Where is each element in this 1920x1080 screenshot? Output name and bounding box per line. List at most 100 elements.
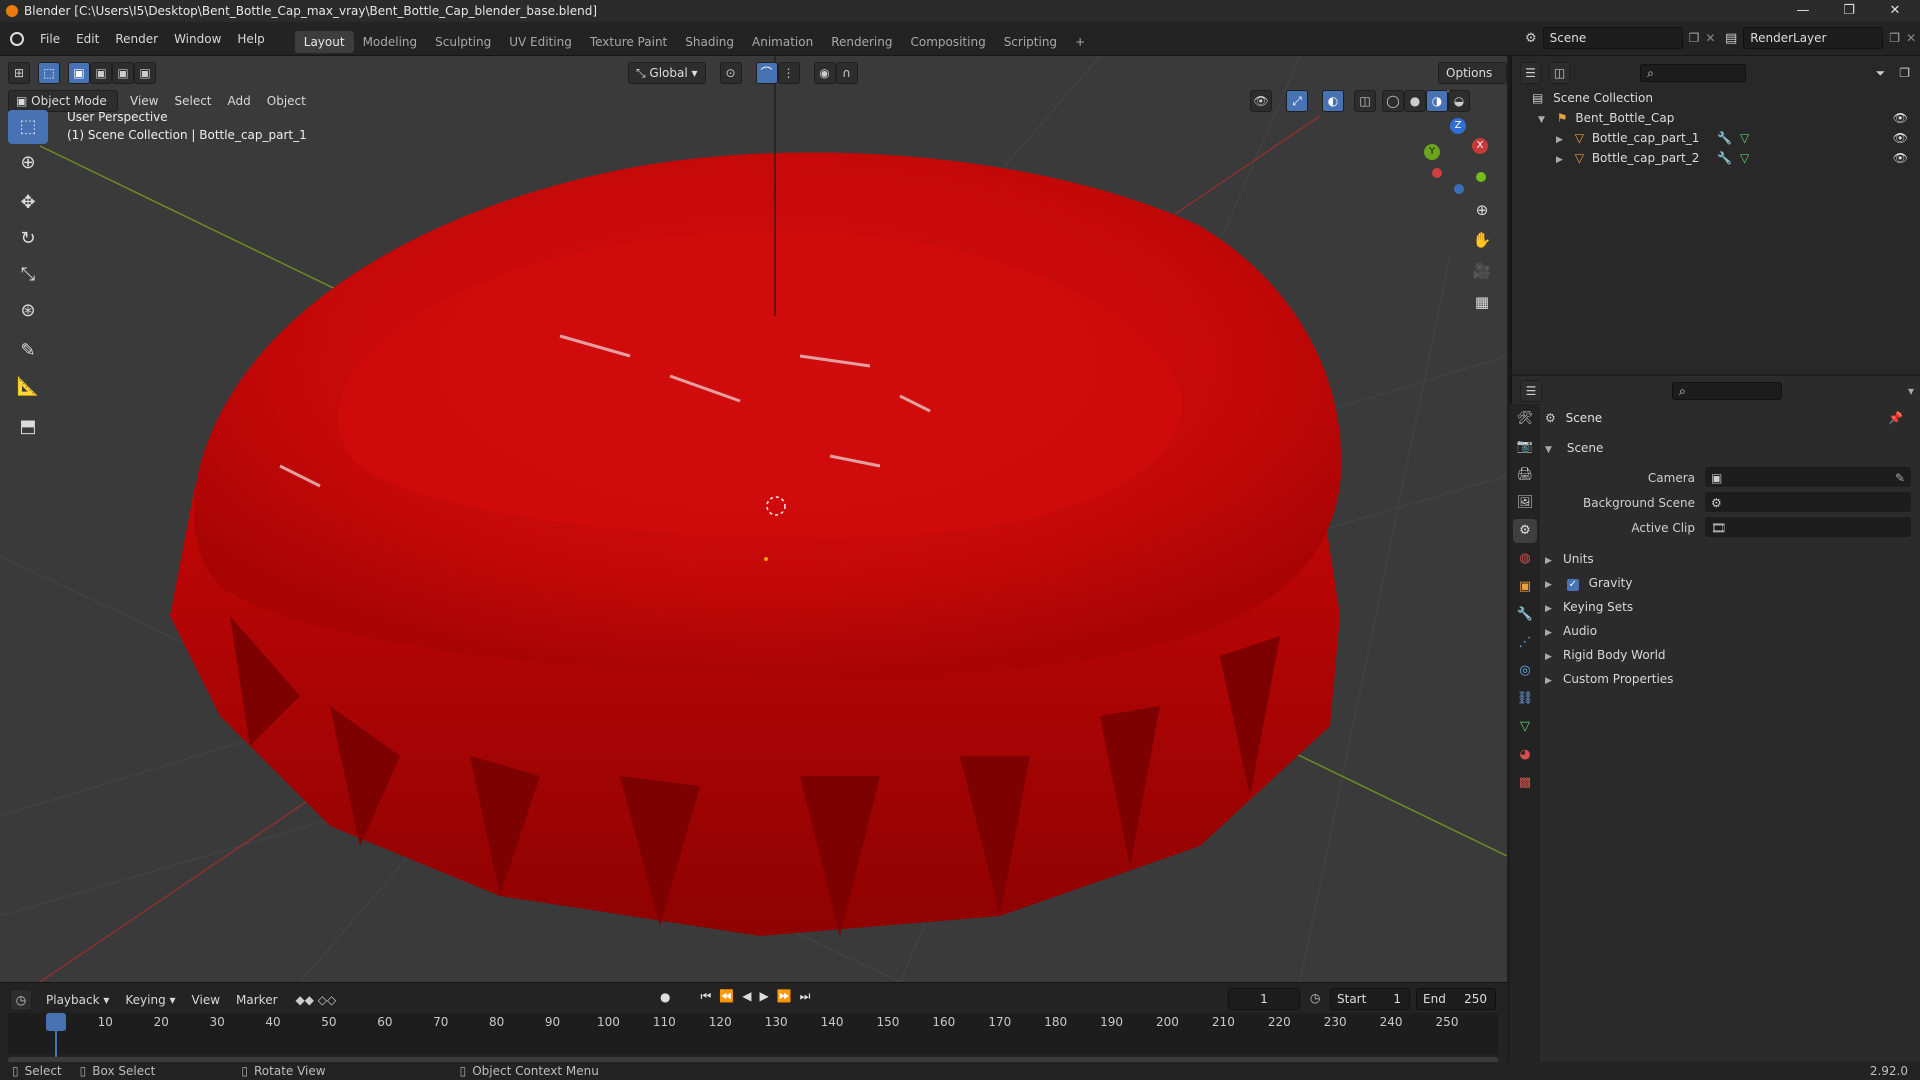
select-subtract-icon[interactable]: ▣: [112, 62, 134, 84]
mode-dropdown[interactable]: ▣ Object Mode ▾: [8, 90, 118, 128]
outliner-row-object[interactable]: ▶ ▽ Bottle_cap_part_1 🔧 ▽ 👁: [1512, 128, 1920, 148]
menu-help[interactable]: Help: [229, 22, 272, 56]
visibility-eye-icon[interactable]: 👁: [1893, 148, 1908, 168]
background-scene-field[interactable]: ⚙: [1705, 492, 1911, 512]
timeline-editor-icon[interactable]: ◷: [10, 989, 32, 1011]
scale-icon[interactable]: ⤡: [8, 258, 48, 292]
object-props-icon[interactable]: ▣: [1513, 575, 1537, 599]
minimize-button[interactable]: —: [1780, 0, 1826, 22]
gizmo-y-axis[interactable]: Y: [1424, 144, 1440, 160]
outliner-row-scene-collection[interactable]: ▤ Scene Collection: [1512, 88, 1920, 108]
pin-icon[interactable]: 📌: [1888, 407, 1903, 429]
gizmo-z-axis[interactable]: Z: [1450, 118, 1466, 134]
display-mode-icon[interactable]: ◫: [1549, 62, 1571, 84]
keying-sets-panel-header[interactable]: ▶ Keying Sets: [1545, 596, 1915, 618]
tab-layout[interactable]: Layout: [294, 30, 354, 53]
menu-edit[interactable]: Edit: [68, 22, 107, 56]
move-icon[interactable]: ✥: [8, 186, 48, 220]
delete-scene-icon[interactable]: ✕: [1705, 31, 1715, 45]
tab-modeling[interactable]: Modeling: [354, 31, 427, 53]
material-props-icon[interactable]: ◕: [1513, 743, 1537, 767]
custom-properties-panel-header[interactable]: ▶ Custom Properties: [1545, 668, 1915, 690]
snap-target-icon[interactable]: ⋮: [777, 62, 800, 84]
options-button[interactable]: Options ▾: [1438, 62, 1507, 100]
gizmo-toggle-icon[interactable]: ⤢: [1286, 90, 1308, 112]
gizmo-neg-z[interactable]: [1454, 184, 1464, 194]
outliner-row-collection[interactable]: ▼ ⚑ Bent_Bottle_Cap 👁: [1512, 108, 1920, 128]
playback-controls-icons[interactable]: ⏮⏪◀▶⏩⏭: [700, 989, 818, 1004]
active-clip-field[interactable]: 🎞: [1705, 517, 1911, 537]
scene-props-icon[interactable]: ⚙: [1513, 519, 1537, 543]
shading-solid-icon[interactable]: ●: [1404, 90, 1426, 112]
gravity-panel-header[interactable]: ▶ ✓ Gravity: [1545, 572, 1915, 594]
shading-material-icon[interactable]: ◑: [1426, 90, 1448, 112]
tab-rendering[interactable]: Rendering: [822, 31, 901, 53]
viewport-menu-select[interactable]: Select: [166, 90, 219, 112]
visibility-eye-icon[interactable]: 👁: [1893, 128, 1908, 148]
tab-scripting[interactable]: Scripting: [995, 31, 1066, 53]
preview-range-icon[interactable]: ◷: [1310, 991, 1320, 1005]
navigation-gizmo[interactable]: Z Y X: [1420, 116, 1500, 196]
editor-type-icon[interactable]: ⊞: [8, 62, 30, 84]
world-props-icon[interactable]: ◍: [1513, 547, 1537, 571]
view-layer-icon[interactable]: 🖼: [1513, 491, 1537, 515]
timeline-menu-marker[interactable]: Marker: [228, 989, 285, 1011]
viewport-menu-view[interactable]: View: [122, 90, 166, 112]
pan-hand-icon[interactable]: ✋: [1468, 226, 1496, 254]
add-cube-icon[interactable]: ⬒: [8, 410, 48, 444]
proportional-edit-icon[interactable]: ◉: [813, 62, 836, 84]
outliner-search-input[interactable]: ⌕: [1640, 64, 1746, 82]
select-box-icon[interactable]: ⬚: [8, 110, 48, 144]
menu-window[interactable]: Window: [166, 22, 229, 56]
output-props-icon[interactable]: 🖨: [1513, 463, 1537, 487]
ortho-grid-icon[interactable]: ▦: [1468, 288, 1496, 316]
audio-panel-header[interactable]: ▶ Audio: [1545, 620, 1915, 642]
chevron-down-icon[interactable]: ▾: [1908, 384, 1914, 398]
overlay-toggle-icon[interactable]: ◐: [1322, 90, 1344, 112]
measure-icon[interactable]: 📐: [8, 370, 48, 404]
eyedropper-icon[interactable]: ✎: [1895, 467, 1905, 489]
tool-settings-icon[interactable]: 🛠: [1513, 407, 1537, 431]
properties-search-input[interactable]: ⌕: [1672, 382, 1782, 400]
zoom-icon[interactable]: ⊕: [1468, 196, 1496, 224]
select-new-icon[interactable]: ▣: [68, 62, 90, 84]
shading-rendered-icon[interactable]: ◒: [1448, 90, 1470, 112]
new-scene-icon[interactable]: ❐: [1689, 31, 1700, 45]
rigid-body-panel-header[interactable]: ▶ Rigid Body World: [1545, 644, 1915, 666]
shading-wireframe-icon[interactable]: ◯: [1382, 90, 1404, 112]
annotate-icon[interactable]: ✎: [8, 334, 48, 368]
gizmo-neg-x[interactable]: [1432, 168, 1442, 178]
camera-view-icon[interactable]: 🎥: [1468, 257, 1496, 285]
menu-render[interactable]: Render: [107, 22, 166, 56]
start-frame-field[interactable]: Start 1: [1330, 988, 1410, 1010]
viewport-menu-object[interactable]: Object: [259, 90, 314, 112]
gravity-checkbox[interactable]: ✓: [1566, 579, 1579, 591]
timeline-menu-view[interactable]: View: [184, 989, 228, 1011]
cursor-icon[interactable]: ⊕: [8, 146, 48, 180]
blender-menu-icon[interactable]: [10, 31, 24, 46]
properties-editor-icon[interactable]: ☰: [1520, 380, 1542, 402]
select-mode-icon[interactable]: ⬚: [38, 62, 60, 84]
rotate-icon[interactable]: ↻: [8, 222, 48, 256]
constraints-icon[interactable]: ⛓: [1513, 687, 1537, 711]
outliner-editor-icon[interactable]: ☰: [1520, 62, 1542, 84]
add-workspace-button[interactable]: +: [1066, 31, 1094, 53]
camera-field[interactable]: ▣ ✎: [1705, 467, 1911, 487]
tab-shading[interactable]: Shading: [676, 31, 743, 53]
playhead-marker[interactable]: [46, 1013, 66, 1031]
close-button[interactable]: ✕: [1872, 0, 1918, 22]
filter-icon[interactable]: ⏷: [1876, 66, 1886, 81]
expand-triangle-icon[interactable]: ▶: [1556, 135, 1563, 145]
new-layer-icon[interactable]: ❐: [1889, 31, 1900, 45]
xray-icon[interactable]: ◫: [1354, 90, 1376, 112]
outliner-row-object[interactable]: ▶ ▽ Bottle_cap_part_2 🔧 ▽ 👁: [1512, 148, 1920, 168]
keyframe-icons[interactable]: ◆◆ ◇◇: [296, 993, 337, 1007]
maximize-button[interactable]: ❐: [1826, 0, 1872, 22]
transform-icon[interactable]: ⊛: [8, 294, 48, 328]
scene-panel-header[interactable]: ▼ Scene: [1545, 437, 1915, 459]
viewport-menu-add[interactable]: Add: [220, 90, 259, 112]
3d-viewport[interactable]: User Perspective (1) Scene Collection | …: [0, 56, 1507, 982]
select-intersect-icon[interactable]: ▣: [134, 62, 156, 84]
timeline-menu-playback[interactable]: Playback ▾: [38, 989, 117, 1011]
menu-file[interactable]: File: [32, 22, 68, 56]
